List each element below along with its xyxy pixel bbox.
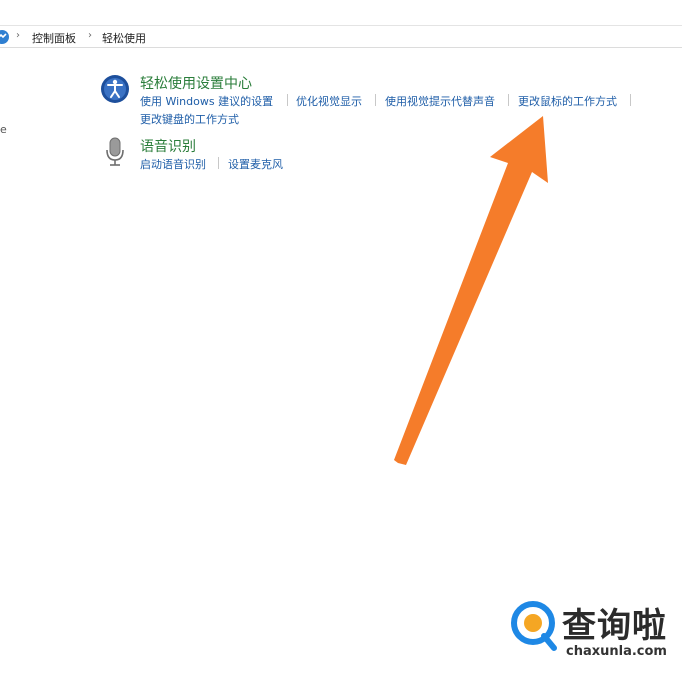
watermark-logo-icon <box>511 601 557 651</box>
watermark-brand: 查询啦 <box>562 606 667 646</box>
watermark-url: chaxunla.com <box>566 644 667 659</box>
annotation-arrow-icon <box>394 116 548 465</box>
